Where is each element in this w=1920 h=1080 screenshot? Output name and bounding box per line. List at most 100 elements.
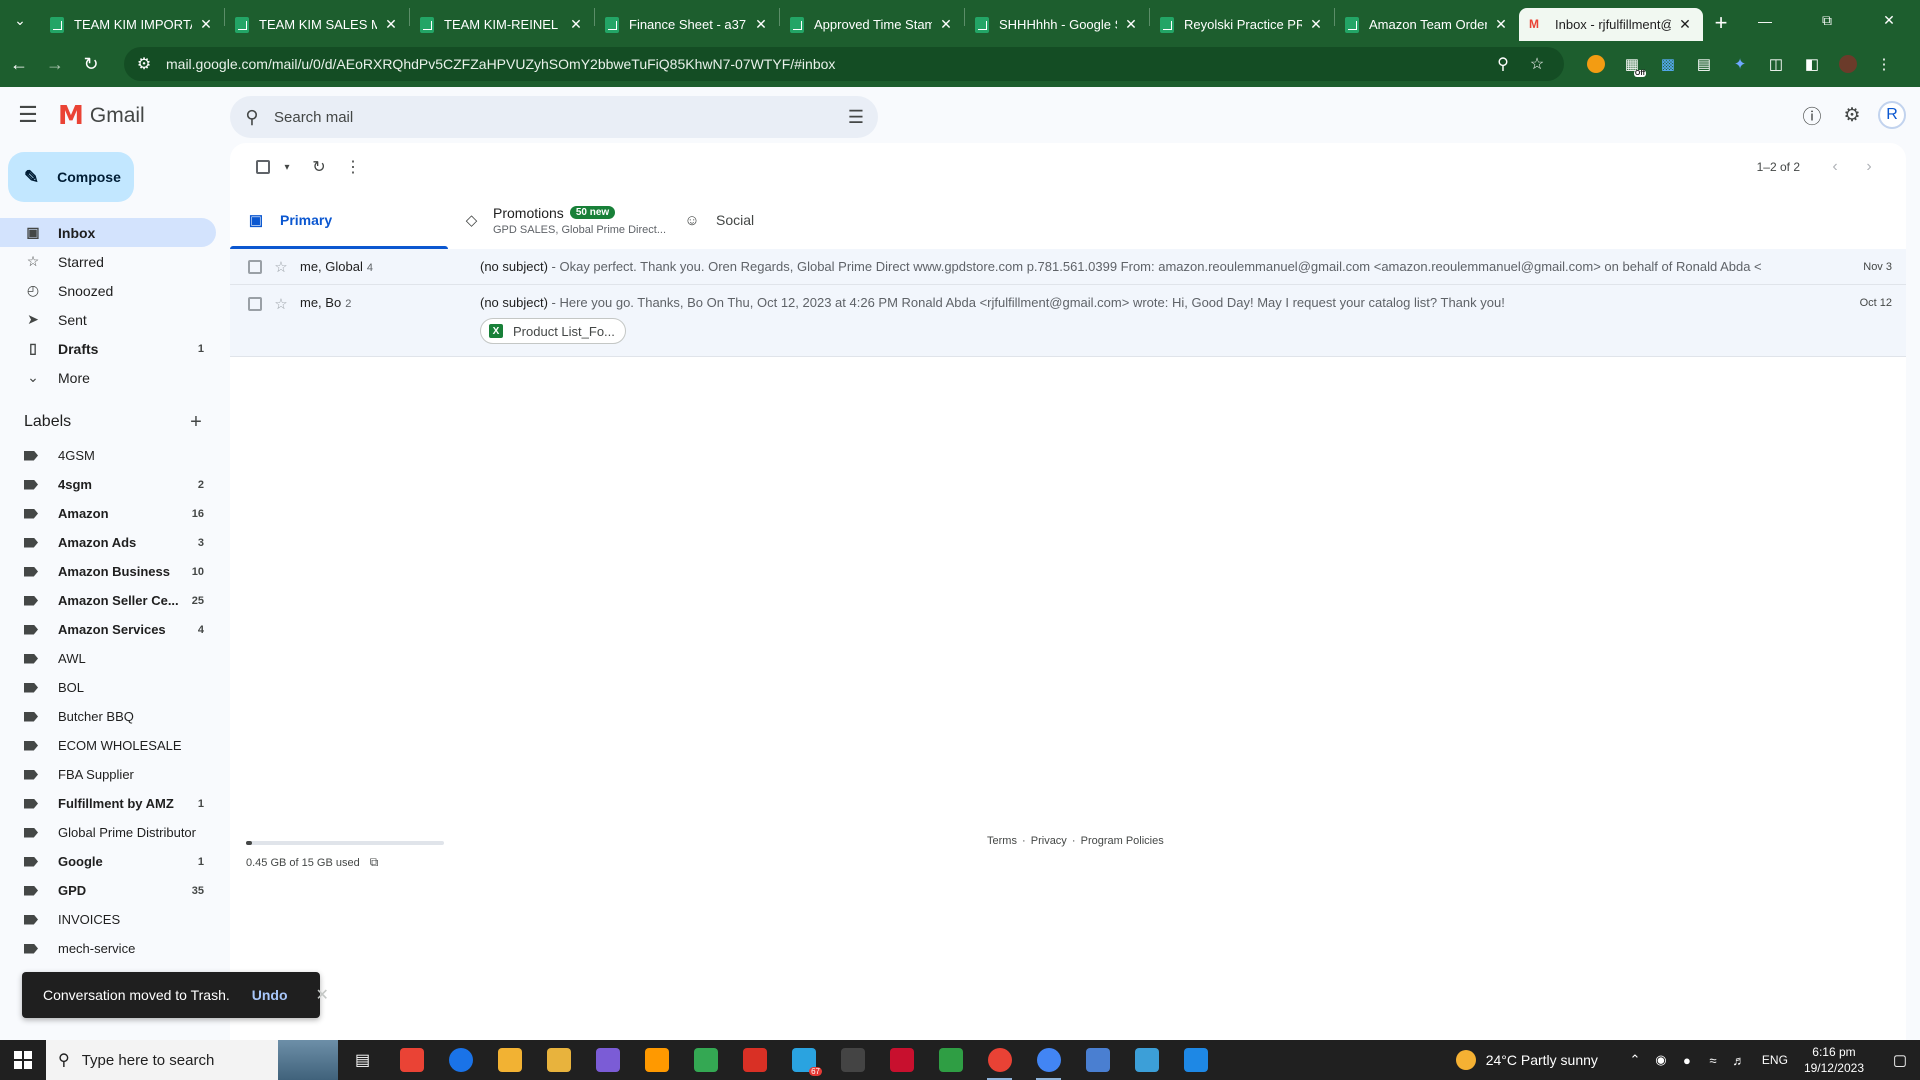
taskbar-app-icon[interactable] [877,1040,926,1080]
extension-blue-icon[interactable]: ▩ [1650,47,1686,81]
tab-promotions[interactable]: ◇ Promotions 50 new GPD SALES, Global Prime… [448,191,666,249]
extension-off-icon[interactable]: ▦ Off [1614,47,1650,81]
extension-orange-icon[interactable] [1578,47,1614,81]
search-icon[interactable]: ⚲ [230,107,274,128]
undo-button[interactable]: Undo [252,987,288,1003]
taskbar-app-icon[interactable] [387,1040,436,1080]
taskbar-app-icon[interactable] [926,1040,975,1080]
extension-puzzle-blue-icon[interactable]: ✦ [1722,47,1758,81]
browser-tab[interactable]: TEAM KIM-REINEL PR ✕ [410,8,594,41]
account-avatar[interactable]: R [1878,101,1906,129]
show-hidden-icons-chevron[interactable]: ⌃ [1622,1052,1648,1068]
browser-tab[interactable]: Finance Sheet - a37 - ✕ [595,8,779,41]
browser-tab[interactable]: Reyolski Practice PR - ✕ [1150,8,1334,41]
forward-icon[interactable]: → [38,47,72,81]
reload-icon[interactable]: ↻ [74,47,108,81]
taskbar-app-icon[interactable] [730,1040,779,1080]
open-storage-icon[interactable]: ⧉ [370,855,379,870]
restore-icon[interactable]: ⧉ [1796,0,1858,41]
select-dropdown-icon[interactable]: ▾ [280,150,294,184]
nav-item-inbox[interactable]: ▣ Inbox [0,218,216,247]
label-item[interactable]: GPD 35 [0,876,216,905]
taskbar-search[interactable]: ⚲ Type here to search [46,1040,338,1080]
back-icon[interactable]: ← [2,47,36,81]
compose-button[interactable]: ✎ Compose [8,152,134,202]
extensions-puzzle-icon[interactable]: ◫ [1758,47,1794,81]
close-toast-icon[interactable]: ✕ [316,985,329,1005]
taskbar-app-icon[interactable] [1122,1040,1171,1080]
nav-item-more[interactable]: ⌄ More [0,363,216,392]
zoom-icon[interactable]: ⚲ [1486,54,1520,74]
label-item[interactable]: AWL [0,644,216,673]
minimize-icon[interactable]: — [1734,0,1796,41]
email-row[interactable]: ☆ me, Global 4 (no subject) - Okay perfect.… [230,249,1906,285]
gmail-logo[interactable]: M Gmail [58,101,145,131]
newer-page-icon[interactable]: ‹ [1818,158,1852,176]
wifi-icon[interactable]: ≈ [1700,1053,1726,1068]
terms-link[interactable]: Terms [987,835,1017,847]
nav-item-snoozed[interactable]: ◴ Snoozed [0,276,216,305]
volume-icon[interactable]: ♬ [1726,1053,1752,1068]
star-icon[interactable]: ☆ [266,258,296,276]
attachment-chip[interactable]: X Product List_Fo... [480,318,626,344]
help-icon[interactable]: ⓘ [1792,95,1832,135]
main-menu-icon[interactable]: ☰ [16,103,40,127]
weather-widget[interactable]: 24°C Partly sunny [1455,1050,1598,1070]
close-window-icon[interactable]: ✕ [1858,0,1920,41]
settings-gear-icon[interactable]: ⚙ [1832,95,1872,135]
close-tab-icon[interactable]: ✕ [568,16,584,33]
label-item[interactable]: BOL [0,673,216,702]
browser-tab[interactable]: Amazon Team Order ✕ [1335,8,1519,41]
star-icon[interactable]: ☆ [266,295,296,313]
taskbar-app-icon[interactable] [583,1040,632,1080]
label-item[interactable]: mech-service [0,934,216,963]
refresh-icon[interactable]: ↻ [302,150,336,184]
taskbar-app-icon[interactable] [828,1040,877,1080]
label-item[interactable]: Amazon Business 10 [0,557,216,586]
create-label-icon[interactable]: + [184,411,208,434]
taskbar-app-icon[interactable] [681,1040,730,1080]
search-input[interactable] [274,108,834,126]
taskbar-app-icon[interactable] [1024,1040,1073,1080]
taskbar-app-icon[interactable] [436,1040,485,1080]
microphone-icon[interactable]: ● [1674,1053,1700,1068]
close-tab-icon[interactable]: ✕ [1123,16,1139,33]
label-item[interactable]: 4GSM [0,441,216,470]
more-options-icon[interactable]: ⋮ [336,150,370,184]
browser-tab[interactable]: TEAM KIM SALES MO ✕ [225,8,409,41]
email-row[interactable]: ☆ me, Bo 2 (no subject) - Here you go. Than… [230,285,1906,357]
input-language[interactable]: ENG [1762,1053,1788,1067]
camera-icon[interactable]: ◉ [1648,1052,1674,1068]
nav-item-sent[interactable]: ➤ Sent [0,305,216,334]
taskbar-app-icon[interactable] [1073,1040,1122,1080]
label-item[interactable]: FBA Supplier [0,760,216,789]
row-checkbox[interactable] [248,297,262,311]
chrome-menu-icon[interactable]: ⋮ [1866,47,1902,81]
close-tab-icon[interactable]: ✕ [1493,16,1509,33]
taskbar-app-icon[interactable] [1171,1040,1220,1080]
label-item[interactable]: Fulfillment by AMZ 1 [0,789,216,818]
tab-primary[interactable]: ▣ Primary [230,191,448,249]
browser-tab[interactable]: TEAM KIM IMPORTANT ✕ [40,8,224,41]
clock[interactable]: 6:16 pm 19/12/2023 [1804,1044,1864,1076]
side-panel-icon[interactable]: ◧ [1794,47,1830,81]
browser-tab[interactable]: Approved Time Stam ✕ [780,8,964,41]
profile-avatar-icon[interactable] [1830,47,1866,81]
label-item[interactable]: INVOICES [0,905,216,934]
browser-tab[interactable]: M Inbox - rjfulfillment@ ✕ [1519,8,1703,41]
notifications-icon[interactable]: ▢ [1880,1051,1920,1069]
row-checkbox[interactable] [248,259,262,274]
label-item[interactable]: Global Prime Distributor [0,818,216,847]
close-tab-icon[interactable]: ✕ [383,16,399,33]
label-item[interactable]: Amazon Seller Ce... 25 [0,586,216,615]
label-item[interactable]: 4sgm 2 [0,470,216,499]
nav-item-drafts[interactable]: ▯ Drafts 1 [0,334,216,363]
search-options-icon[interactable]: ☰ [834,107,878,128]
address-bar[interactable]: ⚙ mail.google.com/mail/u/0/d/AEoRXRQhdPv… [124,47,1564,81]
label-item[interactable]: Amazon 16 [0,499,216,528]
taskbar-app-icon[interactable] [975,1040,1024,1080]
tab-search-chevron-icon[interactable]: ⌄ [0,0,40,41]
site-info-icon[interactable]: ⚙ [134,54,154,74]
task-view-icon[interactable]: ▤ [338,1040,387,1080]
close-tab-icon[interactable]: ✕ [1308,16,1324,33]
